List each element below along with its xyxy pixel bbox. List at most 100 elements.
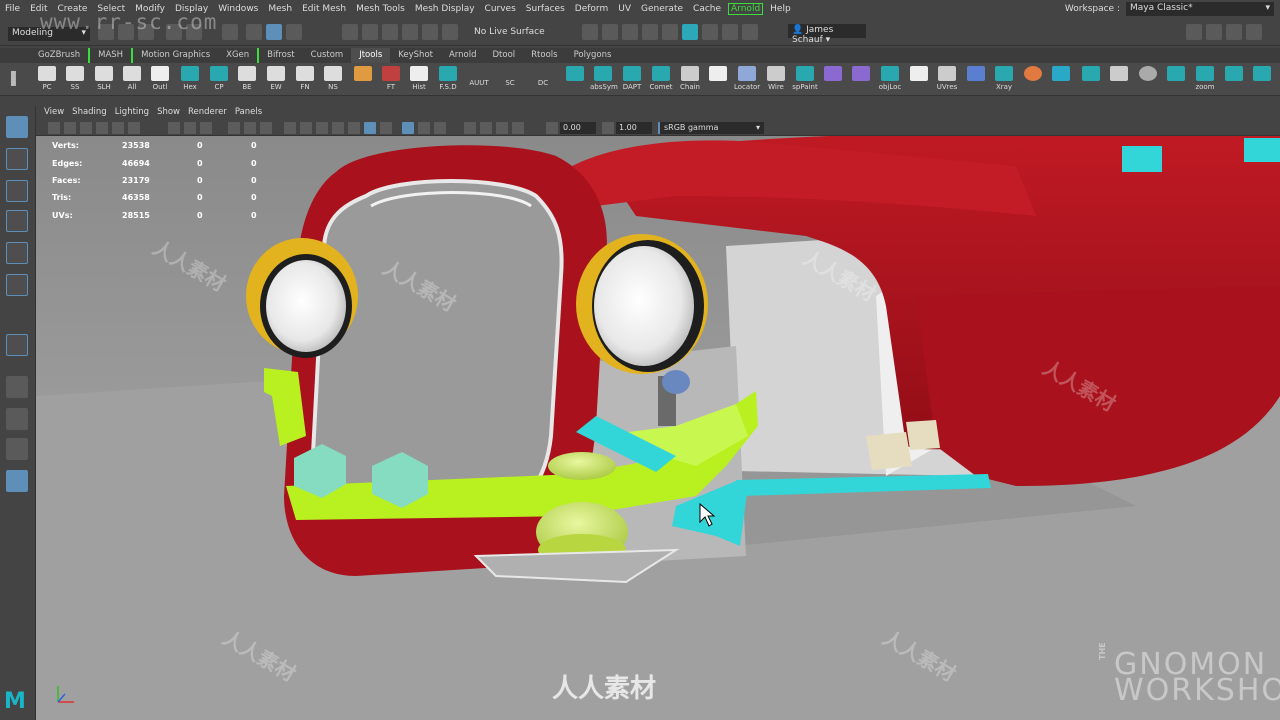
snap-curve-icon[interactable] <box>362 24 378 40</box>
shelf-btn-wire[interactable]: Wire <box>763 66 789 95</box>
shelf-btn-abssym[interactable]: absSym <box>590 66 618 95</box>
modeling-toolkit-icon[interactable] <box>1206 24 1222 40</box>
shelf-btn-teal-a[interactable] <box>1078 66 1104 95</box>
shelf-btn-ss[interactable]: SS <box>62 66 88 95</box>
menu-uv[interactable]: UV <box>613 4 636 14</box>
snap-view-icon[interactable] <box>402 24 418 40</box>
shelf-btn-dc[interactable]: DC <box>530 77 556 106</box>
panel-menu-panels[interactable]: Panels <box>235 106 268 120</box>
hud-toggle-icon[interactable] <box>512 122 524 134</box>
panel-menu-view[interactable]: View <box>44 106 70 120</box>
tab-mash[interactable]: MASH <box>88 48 131 63</box>
menu-windows[interactable]: Windows <box>213 4 263 14</box>
wireframe-icon[interactable] <box>284 122 296 134</box>
shelf-btn-fn[interactable]: FN <box>292 66 318 95</box>
tab-arnold[interactable]: Arnold <box>441 48 485 63</box>
shadows-icon[interactable] <box>364 122 376 134</box>
resolution-gate-icon[interactable] <box>200 122 212 134</box>
menu-mesh-tools[interactable]: Mesh Tools <box>351 4 410 14</box>
shelf-btn-hist[interactable]: Hist <box>406 66 432 95</box>
use-all-lights-icon[interactable] <box>348 122 360 134</box>
menu-help[interactable]: Help <box>765 4 796 14</box>
single-view-icon[interactable] <box>6 376 28 398</box>
scale-tool-icon[interactable] <box>6 274 28 296</box>
xray-view-icon[interactable] <box>418 122 430 134</box>
shelf-btn-sppaint[interactable]: spPaint <box>792 66 818 95</box>
shelf-btn-be[interactable]: BE <box>234 66 260 95</box>
shelf-btn-sphere[interactable] <box>1135 66 1161 95</box>
shelf-btn-cp[interactable]: CP <box>206 66 232 95</box>
four-view-icon[interactable] <box>6 408 28 430</box>
two-view-icon[interactable] <box>6 438 28 460</box>
image-plane-icon[interactable] <box>96 122 108 134</box>
panel-menu-lighting[interactable]: Lighting <box>115 106 155 120</box>
shelf-btn-pc[interactable]: PC <box>34 66 60 95</box>
shelf-btn-locator[interactable]: Locator <box>734 66 760 95</box>
lasso-tool-icon[interactable] <box>6 148 28 170</box>
shelf-btn-sc[interactable]: SC <box>497 77 523 106</box>
shelf-menu-icon[interactable]: ▪ ▪ ▪ <box>10 69 22 89</box>
last-tool-icon[interactable] <box>6 334 28 356</box>
move-tool-icon[interactable] <box>6 210 28 232</box>
hypershade-icon[interactable] <box>642 24 658 40</box>
smooth-shade-icon[interactable] <box>300 122 312 134</box>
menu-generate[interactable]: Generate <box>636 4 688 14</box>
shelf-btn-slh[interactable]: SLH <box>91 66 117 95</box>
shelf-btn-xray[interactable]: Xray <box>991 66 1017 95</box>
xray-active-icon[interactable] <box>464 122 476 134</box>
shelf-btn-comet[interactable]: Comet <box>648 66 674 95</box>
shelf-btn-ft[interactable]: FT <box>378 66 404 95</box>
menu-surfaces[interactable]: Surfaces <box>521 4 570 14</box>
backface-culling-icon[interactable] <box>480 122 492 134</box>
2d-pan-icon[interactable] <box>112 122 124 134</box>
grid-icon[interactable] <box>168 122 180 134</box>
shelf-btn-zoom[interactable]: zoom <box>1192 66 1218 95</box>
shelf-btn-auut[interactable]: AUUT <box>466 77 492 106</box>
layout-toggle-icon[interactable] <box>1186 24 1202 40</box>
film-gate-icon[interactable] <box>184 122 196 134</box>
gate-mask-icon[interactable] <box>228 122 240 134</box>
exposure-field[interactable]: 0.00 <box>560 122 596 134</box>
shelf-btn-checker[interactable] <box>906 66 932 95</box>
select-hierarchy-icon[interactable] <box>222 24 238 40</box>
shelf-btn-teal-c[interactable] <box>1249 66 1275 95</box>
tab-polygons[interactable]: Polygons <box>566 48 620 63</box>
render-settings-icon[interactable] <box>622 24 638 40</box>
attribute-editor-icon[interactable] <box>1226 24 1242 40</box>
shelf-btn-hex[interactable]: Hex <box>177 66 203 95</box>
shelf-btn-ns[interactable]: NS <box>320 66 346 95</box>
field-chart-icon[interactable] <box>244 122 256 134</box>
camera-attributes-icon[interactable] <box>64 122 76 134</box>
smooth-wireframe-icon[interactable] <box>496 122 508 134</box>
shelf-btn-outl[interactable]: Outl <box>147 66 173 95</box>
gamma-icon[interactable] <box>602 122 614 134</box>
selection-mask-icon[interactable] <box>286 24 302 40</box>
panel-menu-show[interactable]: Show <box>157 106 186 120</box>
pause-icon[interactable] <box>742 24 758 40</box>
tab-rtools[interactable]: Rtools <box>523 48 565 63</box>
shelf-btn-brush[interactable] <box>963 66 989 95</box>
select-tool-icon[interactable] <box>6 116 28 138</box>
make-live-icon[interactable] <box>442 24 458 40</box>
render-view-icon[interactable] <box>662 24 678 40</box>
tab-keyshot[interactable]: KeyShot <box>390 48 441 63</box>
workspace-dropdown[interactable]: Maya Classic* ▾ <box>1126 2 1274 16</box>
panel-menu-renderer[interactable]: Renderer <box>188 106 233 120</box>
tab-dtool[interactable]: Dtool <box>485 48 524 63</box>
shelf-btn-fsd[interactable]: F.S.D <box>435 66 461 95</box>
safe-action-icon[interactable] <box>260 122 272 134</box>
wireframe-on-shaded-icon[interactable] <box>316 122 328 134</box>
shelf-btn-s[interactable] <box>705 66 731 95</box>
shelf-btn-graph[interactable] <box>1221 66 1247 95</box>
shelf-btn-teal-b[interactable] <box>1163 66 1189 95</box>
snap-grid-icon[interactable] <box>342 24 358 40</box>
exposure-icon[interactable] <box>546 122 558 134</box>
shelf-btn-ew[interactable]: EW <box>263 66 289 95</box>
paint-select-icon[interactable] <box>6 180 28 202</box>
menu-arnold[interactable]: Arnold <box>728 3 764 15</box>
shelf-btn-mash[interactable] <box>562 66 588 95</box>
menu-mesh-display[interactable]: Mesh Display <box>410 4 480 14</box>
camera-select-icon[interactable] <box>48 122 60 134</box>
isolate-select-icon[interactable] <box>402 122 414 134</box>
menu-mesh[interactable]: Mesh <box>263 4 297 14</box>
